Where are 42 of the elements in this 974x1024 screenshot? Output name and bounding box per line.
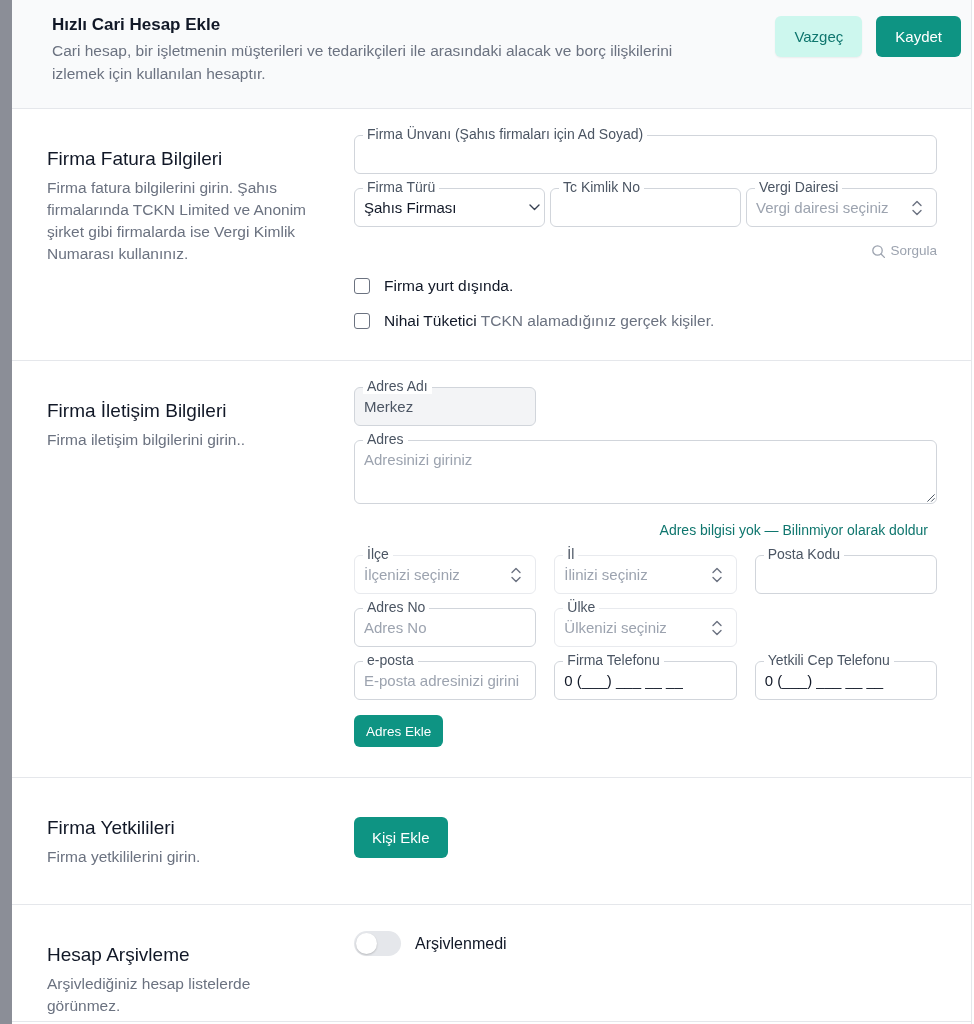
field-label: Tc Kimlik No (559, 180, 644, 195)
field-label: Firma Telefonu (563, 653, 664, 668)
field-label: Yetkili Cep Telefonu (763, 653, 894, 668)
field-label: e-posta (363, 653, 418, 668)
section-description: Arşivlediğiniz hesap listelerde görünmez. (47, 974, 252, 1016)
add-button[interactable]: Kişi Ekle (354, 817, 448, 858)
checkbox[interactable] (354, 313, 370, 329)
field-label: İlçe (363, 547, 393, 562)
field-label: Adres (363, 432, 408, 447)
field-label: Posta Kodu (763, 547, 845, 562)
cancel-button[interactable]: Vazgeç (775, 16, 863, 57)
save-button[interactable]: Kaydet (876, 16, 961, 57)
field-label: Adres No (363, 600, 430, 615)
field-label: Adres Adı (363, 379, 432, 394)
dialog-title: Hızlı Cari Hesap Ekle (52, 14, 222, 36)
section-description: Firma iletişim bilgilerini girin.. (47, 430, 247, 450)
checkbox-label: Nihai Tüketici TCKN alamadığınız gerçek kişiler. (384, 312, 715, 330)
chevron-up-down-icon (511, 567, 522, 583)
chevron-up-down-icon (912, 200, 922, 216)
section-title: Hesap Arşivleme (47, 943, 191, 967)
chevron-up-down-icon (711, 567, 722, 583)
section-description: Firma fatura bilgilerini girin. Şahıs firmalarında TCKN Limited ve Anonim şirket gibi firmalarda ise Vergi Kimlik Numarası kullanınız. (47, 178, 307, 264)
field-label: Ülke (563, 600, 600, 615)
add-button[interactable]: Adres Ekle (354, 715, 444, 747)
dialog-description: Cari hesap, bir işletmenin müşterileri ve tedarikçileri ile arasındaki alacak ve borç ilişkilerini izlemek için kullanılan hesaptır. (52, 41, 674, 84)
chevron-down-icon (529, 204, 540, 211)
search-icon (872, 244, 886, 258)
resize-handle-icon (927, 494, 935, 502)
toggle-label: Arşivlenmedi (415, 934, 507, 953)
section-title: Firma İletişim Bilgileri (47, 399, 228, 423)
field-label: Firma Türü (363, 180, 440, 195)
address-unknown-link[interactable]: Adres bilgisi yok — Bilinmiyor olarak doldur (659, 522, 928, 538)
section-title: Firma Yetkilileri (47, 816, 176, 840)
field-label: Vergi Dairesi (755, 180, 843, 195)
checkbox-label: Firma yurt dışında. (384, 277, 514, 295)
chevron-up-down-icon (711, 620, 722, 636)
field-label: Firma Ünvanı (Şahıs firmaları için Ad Soyad) (363, 127, 648, 142)
section-description: Firma yetkililerini girin. (47, 847, 202, 867)
section-title: Firma Fatura Bilgileri (47, 147, 224, 171)
checkbox[interactable] (354, 278, 370, 294)
field-label: İl (563, 547, 579, 562)
toggle-switch[interactable] (354, 931, 401, 956)
